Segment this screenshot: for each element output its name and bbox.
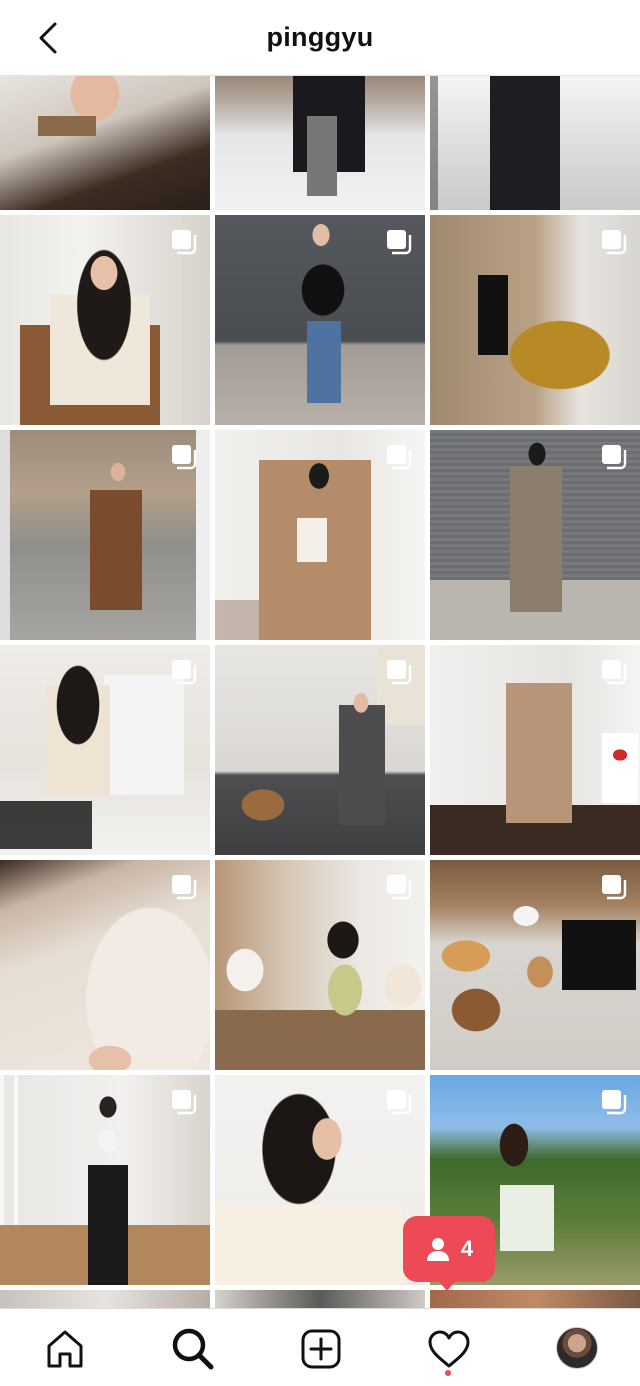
multiple-posts-icon — [387, 1090, 412, 1115]
top-nav-bar: pinggyu — [0, 0, 640, 76]
activity-notification-bubble[interactable]: 4 — [403, 1216, 495, 1282]
multiple-posts-icon — [387, 445, 412, 470]
multiple-posts-icon — [602, 1090, 627, 1115]
multiple-posts-icon — [387, 230, 412, 255]
profile-avatar[interactable] — [556, 1327, 598, 1369]
post-thumbnail[interactable] — [0, 645, 210, 855]
multiple-posts-icon — [172, 875, 197, 900]
new-post-icon — [301, 1329, 341, 1369]
post-thumbnail[interactable] — [0, 76, 210, 210]
post-thumbnail[interactable] — [0, 1290, 210, 1310]
post-thumbnail[interactable] — [0, 1075, 210, 1285]
chevron-left-icon — [39, 22, 57, 54]
notification-pointer — [436, 1278, 458, 1291]
multiple-posts-icon — [172, 1090, 197, 1115]
activity-unread-dot — [445, 1370, 451, 1376]
tab-search[interactable] — [169, 1325, 217, 1373]
multiple-posts-icon — [387, 875, 412, 900]
multiple-posts-icon — [602, 875, 627, 900]
search-icon — [172, 1328, 214, 1370]
post-thumbnail[interactable] — [430, 860, 640, 1070]
tab-activity[interactable] — [425, 1325, 473, 1373]
notification-count: 4 — [460, 1236, 474, 1261]
home-icon — [47, 1330, 83, 1368]
username-title: pinggyu — [266, 22, 374, 52]
multiple-posts-icon — [172, 230, 197, 255]
activity-heart-icon — [428, 1330, 470, 1368]
post-thumbnail[interactable] — [215, 1290, 425, 1310]
post-thumbnail[interactable] — [215, 1075, 425, 1285]
post-thumbnail[interactable] — [430, 1290, 640, 1310]
person-icon — [426, 1238, 449, 1261]
post-thumbnail[interactable] — [215, 645, 425, 855]
multiple-posts-icon — [602, 445, 627, 470]
post-thumbnail[interactable] — [215, 430, 425, 640]
post-thumbnail[interactable] — [430, 430, 640, 640]
multiple-posts-icon — [387, 660, 412, 685]
post-thumbnail[interactable] — [215, 215, 425, 425]
post-thumbnail[interactable] — [430, 76, 640, 210]
bottom-tab-bar — [0, 1308, 640, 1386]
multiple-posts-icon — [172, 660, 197, 685]
multiple-posts-icon — [602, 230, 627, 255]
profile-feed-screen: pinggyu 4 — [0, 0, 640, 1386]
multiple-posts-icon — [602, 660, 627, 685]
post-thumbnail[interactable] — [215, 860, 425, 1070]
post-thumbnail[interactable] — [215, 76, 425, 210]
post-thumbnail[interactable] — [0, 860, 210, 1070]
multiple-posts-icon — [172, 445, 197, 470]
tab-home[interactable] — [41, 1325, 89, 1373]
post-thumbnail[interactable] — [430, 215, 640, 425]
post-thumbnail[interactable] — [0, 430, 210, 640]
tab-new-post[interactable] — [297, 1325, 345, 1373]
back-button[interactable] — [28, 18, 68, 58]
post-thumbnail[interactable] — [0, 215, 210, 425]
post-thumbnail[interactable] — [430, 645, 640, 855]
